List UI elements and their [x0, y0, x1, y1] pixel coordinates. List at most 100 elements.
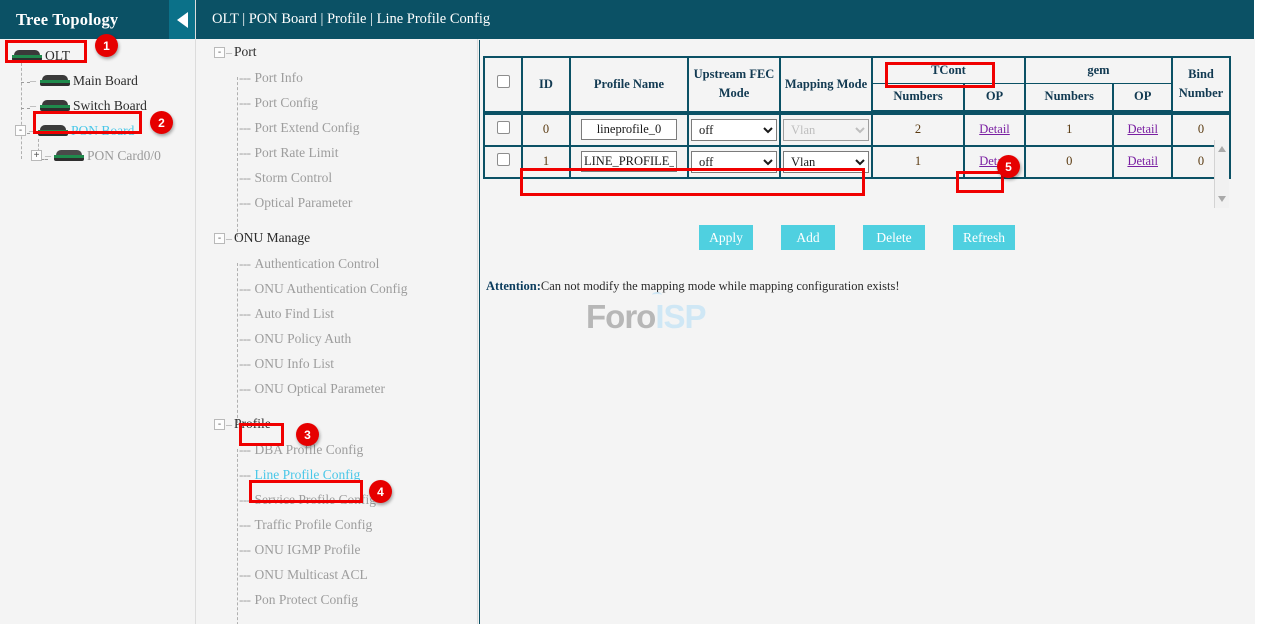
menu-item-port-config[interactable]: --- Port Config	[197, 90, 477, 115]
scroll-up-arrow-icon[interactable]	[1218, 146, 1226, 152]
cell-tcont-op: Detail	[964, 146, 1025, 178]
tree-node-label: OLT	[45, 48, 70, 64]
table-head: ID Profile Name Upstream FEC Mode Mappin…	[484, 57, 1230, 111]
chevron-left-icon[interactable]	[169, 0, 195, 39]
menu-item-port-extend-config[interactable]: --- Port Extend Config	[197, 115, 477, 140]
add-button[interactable]: Add	[781, 225, 835, 250]
menu-item-onu-authentication-config[interactable]: --- ONU Authentication Config	[197, 276, 477, 301]
menu-item-label: ONU Authentication Config	[255, 281, 408, 297]
tree-node-pon-board[interactable]: - – PON Board	[0, 118, 195, 143]
menu-item-onu-igmp-profile[interactable]: --- ONU IGMP Profile	[197, 537, 477, 562]
tree-node-pon-card[interactable]: + – PON Card0/0	[0, 143, 195, 168]
header-gem-numbers: Numbers	[1025, 83, 1114, 110]
menu-group-header-onu-manage[interactable]: - – ONU Manage	[197, 225, 477, 251]
tree-expander-expand-icon[interactable]: +	[31, 150, 42, 161]
menu-branch-dash: –	[226, 417, 232, 432]
menu-item-line-profile-config[interactable]: --- Line Profile Config	[197, 462, 477, 487]
scroll-down-arrow-icon[interactable]	[1218, 196, 1226, 202]
header-bind-number: Bind Number	[1172, 57, 1230, 111]
menu-expander-icon[interactable]: -	[214, 233, 225, 244]
mapping-mode-select-disabled: Vlan	[783, 119, 869, 141]
menu-item-traffic-profile-config[interactable]: --- Traffic Profile Config	[197, 512, 477, 537]
mapping-mode-select[interactable]: Vlan	[783, 151, 869, 173]
menu-item-lead: ---	[239, 70, 251, 86]
menu-item-auto-find-list[interactable]: --- Auto Find List	[197, 301, 477, 326]
tcont-detail-link[interactable]: Detail	[979, 154, 1010, 168]
delete-button[interactable]: Delete	[863, 225, 925, 250]
menu-item-port-info[interactable]: --- Port Info	[197, 65, 477, 90]
tree-node-label: Switch Board	[73, 98, 147, 114]
menu-item-lead: ---	[239, 306, 251, 322]
gem-detail-link[interactable]: Detail	[1127, 122, 1158, 136]
tree-branch-dash: –	[30, 98, 36, 113]
menu-item-onu-multicast-acl[interactable]: --- ONU Multicast ACL	[197, 562, 477, 587]
menu-group-port: - – Port --- Port Info --- Port Config -…	[197, 39, 477, 215]
upstream-fec-mode-select[interactable]: off	[691, 151, 777, 173]
table-row[interactable]: 0 off Vlan	[484, 114, 1230, 146]
header-bind-line1: Bind	[1188, 67, 1214, 81]
menu-item-dba-profile-config[interactable]: --- DBA Profile Config	[197, 437, 477, 462]
menu-item-onu-info-list[interactable]: --- ONU Info List	[197, 351, 477, 376]
profile-name-input[interactable]	[581, 119, 677, 140]
menu-item-lead: ---	[239, 356, 251, 372]
menu-item-service-profile-config[interactable]: --- Service Profile Config	[197, 487, 477, 512]
upstream-fec-mode-select[interactable]: off	[691, 119, 777, 141]
row-checkbox[interactable]	[497, 153, 510, 166]
menu-item-authentication-control[interactable]: --- Authentication Control	[197, 251, 477, 276]
menu-branch-dash: –	[226, 231, 232, 246]
menu-item-label: Pon Protect Config	[255, 592, 359, 608]
menu-expander-icon[interactable]: -	[214, 47, 225, 58]
menu-group-header-profile[interactable]: - – Profile	[197, 411, 477, 437]
device-board-icon	[12, 49, 42, 62]
table-row[interactable]: 1 off Vlan	[484, 146, 1230, 178]
profile-name-input[interactable]	[581, 151, 677, 172]
tree-topology-body: OLT – Main Board – Switch Board -	[0, 39, 195, 168]
line-profile-table-container: ID Profile Name Upstream FEC Mode Mappin…	[483, 56, 1231, 179]
menu-item-label: DBA Profile Config	[255, 442, 364, 458]
menu-item-label: Auto Find List	[255, 306, 335, 322]
tcont-detail-link[interactable]: Detail	[979, 122, 1010, 136]
menu-group-header-port[interactable]: - – Port	[197, 39, 477, 65]
tree-branch-dash: –	[30, 73, 36, 88]
menu-item-label: Optical Parameter	[255, 195, 353, 211]
header-upstream-fec-mode: Upstream FEC Mode	[688, 57, 780, 111]
menu-item-storm-control[interactable]: --- Storm Control	[197, 165, 477, 190]
menu-item-lead: ---	[239, 195, 251, 211]
table-body: 0 off Vlan	[484, 111, 1230, 178]
watermark-part2: ISP	[655, 298, 705, 335]
menu-item-lead: ---	[239, 492, 251, 508]
cell-profile-name	[570, 114, 688, 146]
menu-item-port-rate-limit[interactable]: --- Port Rate Limit	[197, 140, 477, 165]
menu-item-label: Port Rate Limit	[255, 145, 339, 161]
action-button-row: Apply Add Delete Refresh	[483, 225, 1231, 250]
breadcrumb: OLT | PON Board | Profile | Line Profile…	[196, 11, 490, 28]
header-tcont-numbers: Numbers	[872, 83, 964, 110]
apply-button[interactable]: Apply	[699, 225, 753, 250]
select-all-checkbox[interactable]	[497, 75, 510, 88]
menu-group-title: ONU Manage	[234, 230, 310, 246]
tree-expander-collapse-icon[interactable]: -	[15, 125, 26, 136]
row-checkbox[interactable]	[497, 121, 510, 134]
menu-expander-icon[interactable]: -	[214, 419, 225, 430]
refresh-button[interactable]: Refresh	[953, 225, 1015, 250]
menu-item-optical-parameter[interactable]: --- Optical Parameter	[197, 190, 477, 215]
menu-connector	[237, 263, 238, 423]
menu-item-label: Authentication Control	[255, 256, 380, 272]
tree-node-label: Main Board	[73, 73, 138, 89]
menu-item-onu-policy-auth[interactable]: --- ONU Policy Auth	[197, 326, 477, 351]
tree-node-switch-board[interactable]: – Switch Board	[0, 93, 195, 118]
tree-node-olt[interactable]: OLT	[0, 43, 195, 68]
menu-item-lead: ---	[239, 442, 251, 458]
tree-branch-dash: –	[29, 123, 35, 138]
cell-fec-mode: off	[688, 146, 780, 178]
gem-detail-link[interactable]: Detail	[1127, 154, 1158, 168]
menu-item-lead: ---	[239, 567, 251, 583]
table-vertical-scrollbar[interactable]	[1214, 140, 1229, 208]
menu-connector	[237, 449, 238, 624]
menu-item-pon-protect-config[interactable]: --- Pon Protect Config	[197, 587, 477, 612]
menu-item-onu-optical-parameter[interactable]: --- ONU Optical Parameter	[197, 376, 477, 401]
header-tcont-op: OP	[964, 83, 1025, 110]
menu-item-label: ONU Multicast ACL	[255, 567, 368, 583]
tree-node-main-board[interactable]: – Main Board	[0, 68, 195, 93]
menu-item-lead: ---	[239, 542, 251, 558]
